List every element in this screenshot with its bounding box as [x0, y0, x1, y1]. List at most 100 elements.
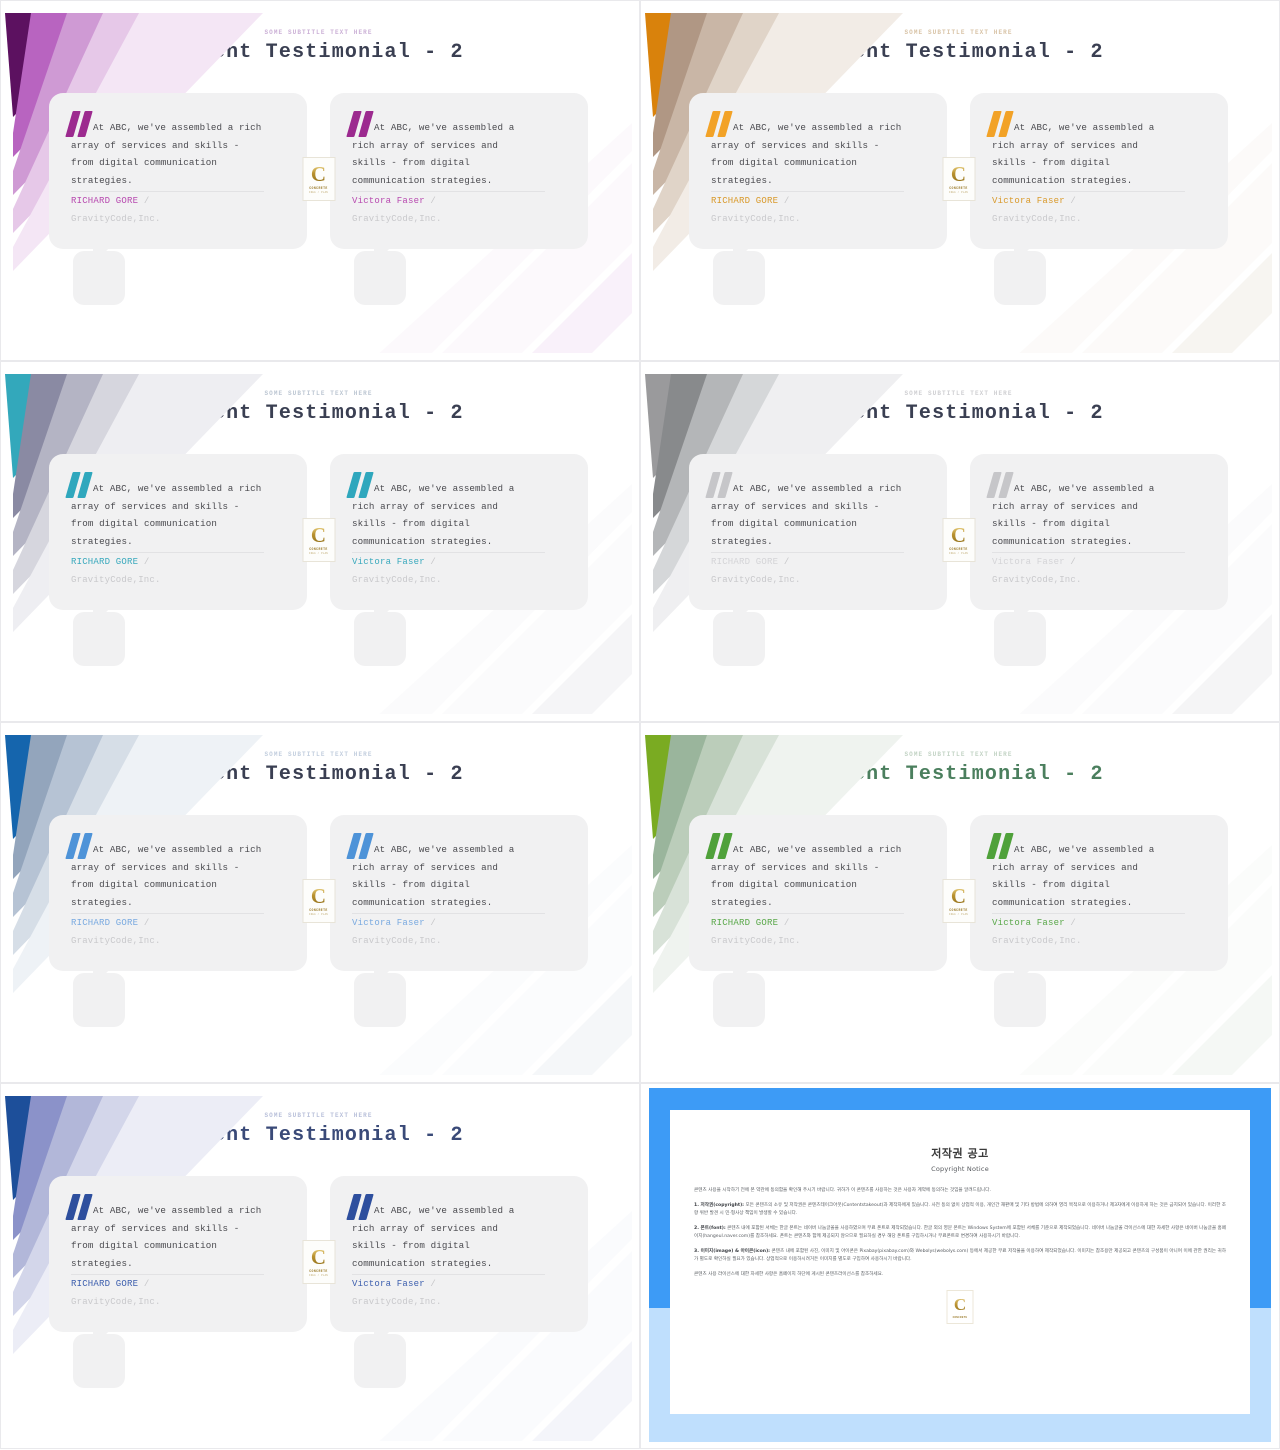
testimonial-left: At ABC, we've assembled a rich array of s…: [49, 454, 307, 666]
slide-teal[interactable]: SOME SUBTITLE TEXT HERE Client Testimoni…: [0, 361, 640, 722]
slide-orange[interactable]: SOME SUBTITLE TEXT HERE Client Testimoni…: [640, 0, 1280, 361]
copyright-body: 콘텐츠 사용을 시작하기 전에 본 약관에 동의함을 확인해 주시기 바랍니다.…: [694, 1187, 1226, 1279]
quote-text: At ABC, we've assembled a rich array of s…: [992, 841, 1206, 911]
quote-divider: [711, 552, 904, 554]
quote-line: At ABC, we've assembled a: [374, 1205, 515, 1216]
quote-text: At ABC, we've assembled a rich array of s…: [992, 119, 1206, 189]
slide-purple[interactable]: SOME SUBTITLE TEXT HERE Client Testimoni…: [0, 0, 640, 361]
quote-line: array of services and skills -: [711, 139, 880, 151]
slide-blue[interactable]: SOME SUBTITLE TEXT HERE Client Testimoni…: [0, 722, 640, 1083]
quote-line: rich array of services and: [352, 500, 498, 512]
logo-tagline: IDEA / PLAN: [308, 1273, 329, 1277]
logo-name: CONCRETE: [309, 1268, 328, 1273]
copyright-paper: 저작권 공고 Copyright Notice 콘텐츠 사용을 시작하기 전에 …: [670, 1110, 1250, 1414]
quote-line: communication strategies.: [352, 174, 493, 186]
quote-line: rich array of services and: [992, 500, 1138, 512]
copyright-brand-logo: C CONCRETE: [946, 1290, 974, 1324]
quote-line: array of services and skills -: [71, 500, 240, 512]
quote-text: At ABC, we've assembled a rich array of s…: [352, 1202, 566, 1272]
logo-letter-icon: C: [950, 161, 967, 186]
quote-text: At ABC, we've assembled a rich array of s…: [711, 119, 925, 189]
quote-line: At ABC, we've assembled a: [1014, 122, 1155, 133]
image-placeholder: [73, 973, 125, 1027]
slide-copyright[interactable]: 저작권 공고 Copyright Notice 콘텐츠 사용을 시작하기 전에 …: [640, 1083, 1280, 1449]
quote-line: At ABC, we've assembled a: [374, 844, 515, 855]
quote-divider: [992, 191, 1185, 193]
logo-name: CONCRETE: [949, 907, 968, 912]
brand-logo: C CONCRETE IDEA / PLAN: [302, 879, 335, 923]
quote-text: At ABC, we've assembled a rich array of s…: [711, 480, 925, 550]
slide-green[interactable]: SOME SUBTITLE TEXT HERE Client Testimoni…: [640, 722, 1280, 1083]
slide-gray[interactable]: SOME SUBTITLE TEXT HERE Client Testimoni…: [640, 361, 1280, 722]
quote-card: At ABC, we've assembled a rich array of s…: [330, 93, 588, 265]
quote-divider: [352, 191, 545, 193]
slide-subtitle: SOME SUBTITLE TEXT HERE: [904, 751, 1013, 758]
logo-letter-icon: C: [950, 522, 967, 547]
quote-author: RICHARD GORE /: [711, 557, 790, 568]
quote-company: GravityCode,Inc.: [352, 1296, 442, 1307]
quote-card: At ABC, we've assembled a rich array of s…: [689, 815, 947, 987]
slide-canvas: SOME SUBTITLE TEXT HERE Client Testimoni…: [645, 366, 1272, 714]
copyright-title-ko: 저작권 공고: [931, 1147, 989, 1160]
logo-letter-icon: C: [953, 1295, 967, 1314]
slide-subtitle: SOME SUBTITLE TEXT HERE: [264, 29, 373, 36]
quote-card: At ABC, we've assembled a rich array of s…: [689, 454, 947, 626]
slide-navy[interactable]: SOME SUBTITLE TEXT HERE Client Testimoni…: [0, 1083, 640, 1449]
image-placeholder: [73, 1334, 125, 1388]
quote-divider: [71, 191, 264, 193]
quote-author: Victora Faser /: [352, 918, 437, 929]
quote-line: At ABC, we've assembled a rich: [733, 122, 902, 133]
testimonial-right: At ABC, we've assembled a rich array of s…: [330, 93, 588, 305]
slide-canvas: SOME SUBTITLE TEXT HERE Client Testimoni…: [645, 5, 1272, 353]
brand-logo: C CONCRETE IDEA / PLAN: [942, 518, 975, 562]
slide-title: Client Testimonial - 2: [813, 402, 1104, 425]
image-placeholder: [713, 973, 765, 1027]
logo-name: CONCRETE: [949, 546, 968, 551]
logo-letter-icon: C: [310, 161, 327, 186]
quote-divider: [711, 913, 904, 915]
logo-tagline: IDEA / PLAN: [948, 551, 969, 555]
image-placeholder: [354, 251, 406, 305]
quote-author: RICHARD GORE /: [71, 557, 150, 568]
quote-line: skills - from digital: [992, 879, 1110, 891]
quote-line: from digital communication: [711, 157, 857, 169]
slide-subtitle: SOME SUBTITLE TEXT HERE: [264, 390, 373, 397]
testimonial-left: At ABC, we've assembled a rich array of s…: [49, 1176, 307, 1388]
logo-name: CONCRETE: [949, 185, 968, 190]
quote-divider: [352, 913, 545, 915]
image-placeholder: [994, 251, 1046, 305]
brand-logo: C CONCRETE IDEA / PLAN: [302, 518, 335, 562]
image-placeholder: [354, 612, 406, 666]
brand-logo: C CONCRETE IDEA / PLAN: [302, 157, 335, 201]
slide-deck-grid: SOME SUBTITLE TEXT HERE Client Testimoni…: [0, 0, 1280, 1450]
quote-line: from digital communication: [71, 157, 217, 169]
testimonial-right: At ABC, we've assembled a rich array of s…: [970, 454, 1228, 666]
quote-line: rich array of services and: [352, 861, 498, 873]
quote-card: At ABC, we've assembled a rich array of s…: [970, 454, 1228, 626]
quote-divider: [71, 552, 264, 554]
slide-canvas: SOME SUBTITLE TEXT HERE Client Testimoni…: [5, 5, 632, 353]
quote-divider: [352, 1274, 545, 1276]
brand-logo: C CONCRETE IDEA / PLAN: [302, 1240, 335, 1284]
quote-divider: [992, 552, 1185, 554]
logo-letter-icon: C: [950, 883, 967, 908]
quote-line: from digital communication: [71, 1240, 217, 1252]
testimonial-left: At ABC, we've assembled a rich array of s…: [689, 93, 947, 305]
testimonial-left: At ABC, we've assembled a rich array of s…: [49, 93, 307, 305]
image-placeholder: [354, 1334, 406, 1388]
quote-card: At ABC, we've assembled a rich array of s…: [689, 93, 947, 265]
quote-line: skills - from digital: [992, 518, 1110, 530]
testimonial-left: At ABC, we've assembled a rich array of s…: [49, 815, 307, 1027]
quote-author: Victora Faser /: [992, 918, 1077, 929]
copyright-paragraph: 2. 폰트(font): 콘텐츠 내에 포함된 서체는 한글 폰트는 네이버 나…: [694, 1226, 1226, 1239]
quote-card: At ABC, we've assembled a rich array of s…: [970, 815, 1228, 987]
quote-company: GravityCode,Inc.: [71, 935, 161, 946]
image-placeholder: [354, 973, 406, 1027]
copyright-paragraph: 1. 저작권(copyright): 모든 콘텐츠의 소유 및 저작권은 콘텐츠…: [694, 1203, 1226, 1216]
quote-company: GravityCode,Inc.: [992, 213, 1082, 224]
quote-line: skills - from digital: [352, 157, 470, 169]
quote-text: At ABC, we've assembled a rich array of s…: [992, 480, 1206, 550]
quote-line: At ABC, we've assembled a rich: [733, 483, 902, 494]
quote-card: At ABC, we've assembled a rich array of s…: [330, 1176, 588, 1348]
quote-company: GravityCode,Inc.: [711, 574, 801, 585]
